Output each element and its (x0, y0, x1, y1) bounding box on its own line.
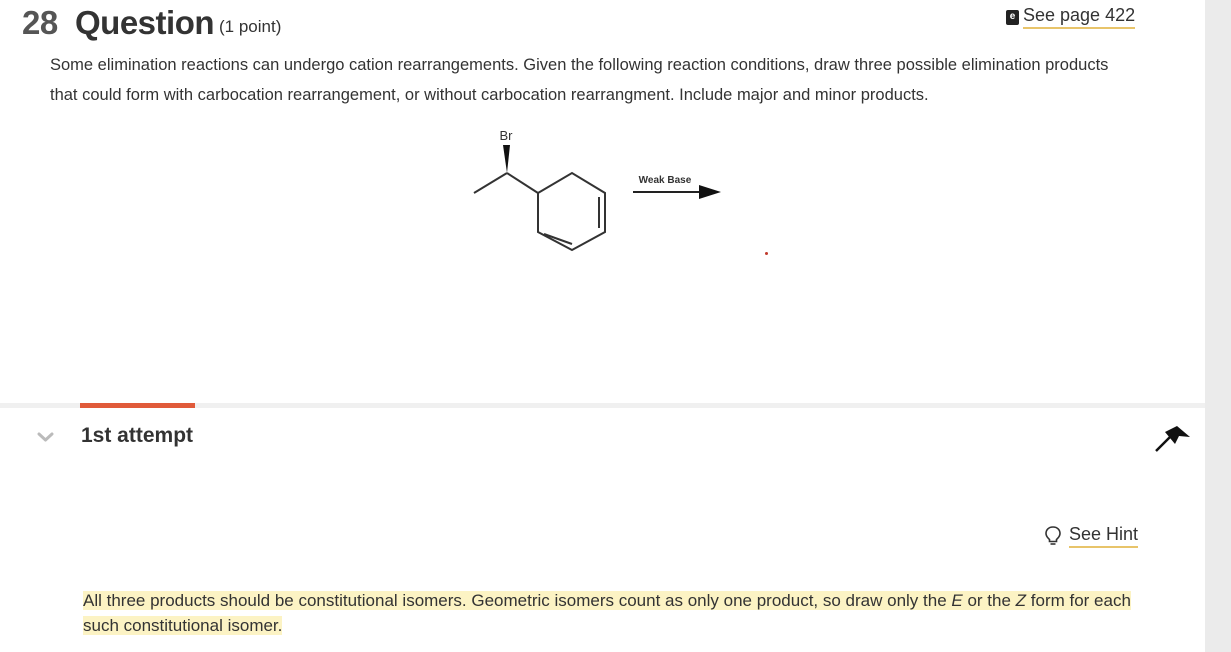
wedge-bond (503, 145, 510, 173)
hint-text: All three products should be constitutio… (83, 588, 1143, 638)
stray-mark (765, 252, 768, 255)
see-hint-label[interactable]: See Hint (1069, 524, 1139, 548)
methyl-bond (473, 172, 508, 194)
attempt-label: 1st attempt (81, 424, 194, 447)
question-number: 28 (22, 4, 58, 41)
hint-text-part2: or the (962, 591, 1016, 610)
scrollbar-track[interactable] (1205, 0, 1231, 652)
ebook-icon: e (1006, 9, 1019, 25)
hint-e-letter: E (951, 591, 963, 610)
see-hint-link[interactable]: See Hint (1043, 524, 1139, 548)
reaction-arrow-head (699, 185, 721, 199)
reagent-label: Weak Base (639, 175, 692, 186)
cyclohexene-ring (537, 171, 606, 252)
ring-attach-bond (506, 172, 539, 194)
hint-text-part1: All three products should be constitutio… (83, 591, 952, 610)
see-page-label[interactable]: See page 422 (1023, 5, 1136, 29)
chevron-down-icon[interactable] (37, 430, 54, 448)
lightbulb-icon (1045, 526, 1061, 545)
hint-z-letter: Z (1015, 591, 1027, 610)
attempt-tab-indicator (80, 403, 195, 408)
question-points: (1 point) (219, 17, 282, 36)
reaction-scheme: Br Weak Base (473, 128, 721, 252)
question-prompt: Some elimination reactions can undergo c… (50, 56, 1109, 104)
see-page-link[interactable]: e See page 422 (1006, 5, 1136, 29)
question-title: Question (75, 4, 215, 41)
flag-icon[interactable] (1153, 422, 1193, 459)
bromine-label: Br (500, 128, 514, 143)
